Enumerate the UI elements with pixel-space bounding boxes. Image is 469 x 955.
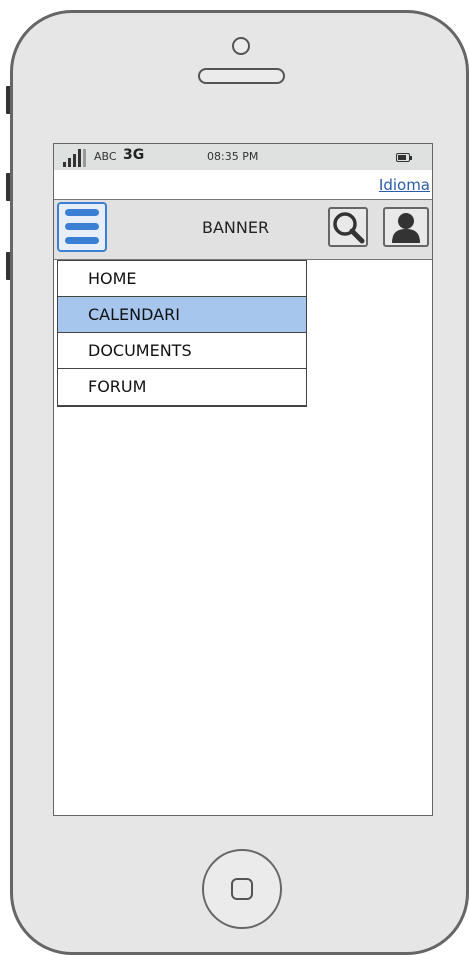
user-icon [392, 213, 420, 243]
search-icon [333, 212, 365, 244]
status-bar: ABC 3G 08:35 PM [54, 144, 432, 170]
user-button[interactable] [383, 207, 429, 247]
menu-item-forum[interactable]: FORUM [58, 369, 306, 405]
banner-title: BANNER [202, 218, 270, 237]
language-link[interactable]: Idioma [379, 176, 430, 194]
search-button[interactable] [328, 207, 368, 247]
menu-item-calendari[interactable]: CALENDARI [58, 297, 306, 333]
nav-menu: HOME CALENDARI DOCUMENTS FORUM [57, 260, 307, 407]
carrier-label: ABC [94, 150, 117, 163]
hamburger-menu-icon[interactable] [57, 202, 107, 252]
home-square-icon [231, 878, 253, 900]
status-time: 08:35 PM [207, 150, 259, 163]
home-button[interactable] [202, 849, 282, 929]
menu-item-home[interactable]: HOME [58, 261, 306, 297]
battery-icon [396, 153, 412, 162]
header-bar: BANNER [54, 199, 432, 260]
phone-screen: ABC 3G 08:35 PM Idioma BANNER HOME CALEN… [53, 143, 433, 816]
menu-item-documents[interactable]: DOCUMENTS [58, 333, 306, 369]
front-camera [232, 37, 250, 55]
signal-bars-icon [63, 149, 91, 167]
earpiece-speaker [198, 68, 285, 84]
network-type: 3G [123, 147, 145, 163]
